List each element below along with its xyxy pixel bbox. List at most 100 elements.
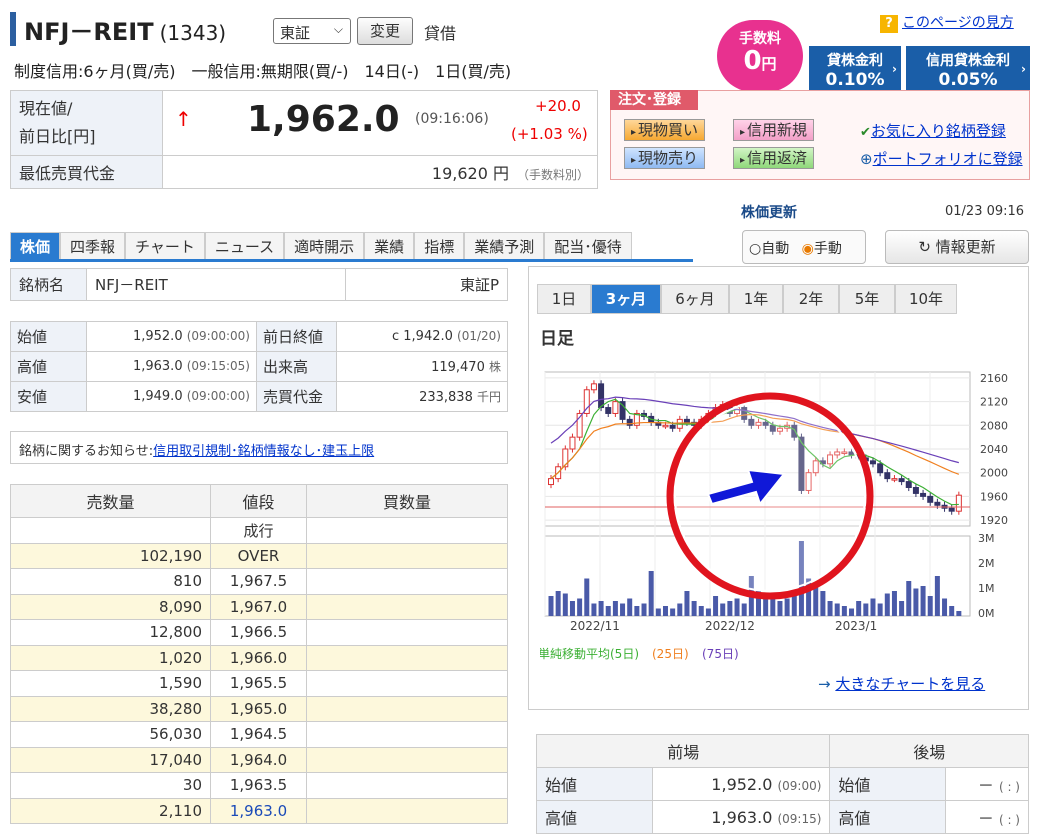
- chevron-down-icon: ⌵: [333, 22, 343, 36]
- volume-bar: [677, 603, 683, 616]
- book-row: 56,030 1,964.5: [10, 721, 508, 748]
- tab-dividend[interactable]: 配当･優待: [544, 232, 632, 259]
- volume-bar: [634, 606, 640, 616]
- tab-indicators[interactable]: 指標: [414, 232, 465, 259]
- genbutsu-sell-button[interactable]: 現物売り: [624, 147, 706, 169]
- price-diff: +20.0: [535, 97, 581, 115]
- ma-legend-prefix: 単純移動平均: [540, 647, 610, 661]
- volume-bar: [863, 603, 869, 616]
- period-tab[interactable]: 2年: [783, 284, 839, 314]
- current-price: 1,962.0: [247, 99, 400, 140]
- period-tab[interactable]: 3ヶ月: [591, 284, 661, 314]
- candle: [590, 383, 597, 391]
- taishaku-label: 貸借: [424, 24, 457, 43]
- y-tick-label: 2160: [980, 372, 1008, 385]
- help-link[interactable]: ? このページの見方: [880, 12, 1014, 33]
- portfolio-link[interactable]: ⊕ポートフォリオに登録: [860, 148, 1023, 169]
- notice-box: 銘柄に関するお知らせ:信用取引規制･銘柄情報なし･建玉上限: [10, 431, 508, 464]
- period-tab[interactable]: 5年: [839, 284, 895, 314]
- volume-bar: [827, 601, 833, 616]
- volume-bar: [856, 601, 862, 616]
- volume-bar: [612, 601, 618, 616]
- book-row: 12,800 1,966.5: [10, 619, 508, 646]
- y-tick-label: 2080: [980, 419, 1008, 432]
- volume-bar: [884, 593, 890, 616]
- volume-bar: [777, 601, 783, 616]
- chevron-right-icon: ›: [892, 62, 897, 76]
- volume-bar: [734, 598, 740, 616]
- manual-radio[interactable]: ◉手動: [802, 241, 842, 257]
- period-tab[interactable]: 6ヶ月: [661, 284, 729, 314]
- favorite-link[interactable]: ✔お気に入り銘柄登録: [860, 120, 1006, 141]
- volume-bar: [569, 601, 575, 616]
- genbutsu-buy-button[interactable]: 現物買い: [624, 119, 706, 141]
- price-table: 現在値/前日比[円] ↑ 1,962.0 (09:16:06) +20.0 (+…: [10, 90, 598, 189]
- check-icon: ✔: [860, 125, 871, 140]
- change-button[interactable]: 変更: [357, 17, 413, 45]
- refresh-button[interactable]: ↻ 情報更新: [885, 230, 1029, 264]
- volume-bar: [591, 603, 597, 616]
- candlestick-chart: 2160 2120 2080 2040 2000 1960 1920 3M 2M 1M 0M 2022…: [540, 371, 1008, 661]
- market-select[interactable]: 東証 ⌵: [273, 18, 351, 44]
- candle: [877, 463, 884, 474]
- volume-bar: [727, 601, 733, 616]
- volume-bar: [784, 598, 790, 616]
- up-arrow-icon: ↑: [175, 107, 192, 131]
- ohlc-row: 高値 1,963.0 (09:15:05) 出来高 119,470 株: [10, 351, 508, 382]
- period-tab[interactable]: 1日: [537, 284, 591, 314]
- book-row: 成行: [10, 517, 508, 544]
- volume-tick-label: 0M: [978, 607, 995, 620]
- candle: [955, 494, 962, 512]
- y-tick-label: 1920: [980, 514, 1008, 527]
- x-tick-label: 2023/1: [835, 619, 877, 633]
- tab-news[interactable]: ニュース: [204, 232, 285, 259]
- auto-radio[interactable]: ○自動: [749, 241, 789, 257]
- volume-bar: [562, 593, 568, 616]
- plus-circle-icon: ⊕: [860, 150, 873, 168]
- margin-new-button[interactable]: 信用新規: [733, 119, 815, 141]
- x-tick-label: 2022/12: [705, 619, 755, 633]
- volume-tick-label: 1M: [978, 582, 995, 595]
- tab-disclosure[interactable]: 適時開示: [284, 232, 365, 259]
- notice-link[interactable]: 信用取引規制･銘柄情報なし･建玉上限: [153, 444, 374, 459]
- volume-bar: [648, 571, 654, 616]
- margin-repay-button[interactable]: 信用返済: [733, 147, 815, 169]
- book-row: 17,040 1,964.0: [10, 746, 508, 773]
- volume-bar: [577, 598, 583, 616]
- candle: [898, 478, 905, 483]
- kashikabu-button[interactable]: 貸株金利 0.10% ›: [809, 46, 901, 94]
- margin-info: 制度信用:6ヶ月(買/売) 一般信用:無期限(買/-) 14日(-) 1日(買/…: [14, 62, 512, 81]
- shinyo-button[interactable]: 信用貸株金利 0.05% ›: [906, 46, 1030, 94]
- title-accent: [10, 12, 16, 46]
- volume-bar: [670, 608, 676, 616]
- session-row: 高値 1,963.0 (09:15) 高値－ ( : ): [536, 800, 1029, 834]
- tab-shikiho[interactable]: 四季報: [60, 232, 126, 259]
- book-row: 38,280 1,965.0: [10, 695, 508, 722]
- book-row: 1,590 1,965.5: [10, 670, 508, 697]
- big-chart-link[interactable]: → 大きなチャートを見る: [818, 673, 985, 694]
- tab-results[interactable]: 業績: [364, 232, 415, 259]
- tab-chart[interactable]: チャート: [125, 232, 205, 259]
- meigara-table: 銘柄名 NFJ－REIT 東証P: [10, 268, 508, 301]
- tab-forecast[interactable]: 業績予測: [464, 232, 545, 259]
- candle: [891, 478, 898, 481]
- book-row: 102,190 OVER: [10, 542, 508, 569]
- volume-bar: [906, 581, 912, 616]
- period-tab[interactable]: 1年: [729, 284, 783, 314]
- book-row: 810 1,967.5: [10, 568, 508, 595]
- period-tab[interactable]: 10年: [895, 284, 957, 314]
- ma-legend-ma75: (75日): [702, 647, 739, 661]
- volume-bar: [834, 603, 840, 616]
- book-row: 30 1,963.5: [10, 772, 508, 799]
- update-time: 01/23 09:16: [945, 204, 1025, 219]
- fee-badge: 手数料 0円: [717, 20, 803, 92]
- ohlc-row: 始値 1,952.0 (09:00:00) 前日終値 c 1,942.0 (01/20…: [10, 321, 508, 352]
- tab-kabuka[interactable]: 株価: [10, 232, 61, 259]
- candle: [683, 418, 690, 423]
- candle: [869, 460, 876, 465]
- candle: [548, 478, 554, 486]
- y-tick-label: 2120: [980, 396, 1008, 409]
- volume-tick-label: 2M: [978, 557, 995, 570]
- ma-legend-ma25: (25日): [652, 647, 689, 661]
- annotation-circle-inner: [674, 400, 866, 592]
